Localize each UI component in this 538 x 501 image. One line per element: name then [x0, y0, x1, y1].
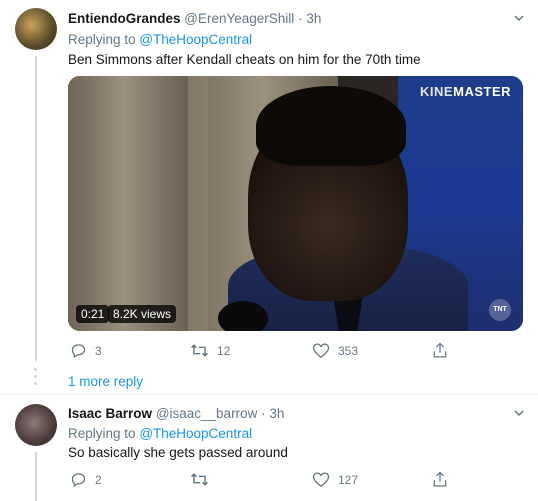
replying-to-label: Replying to [68, 426, 136, 441]
display-name[interactable]: Isaac Barrow [68, 406, 152, 421]
retweet-count: 12 [217, 343, 231, 358]
timestamp[interactable]: 3h [269, 406, 284, 421]
reply-button[interactable]: 2 [70, 471, 102, 488]
tweet[interactable]: EntiendoGrandes @ErenYeagerShill · 3h Re… [0, 0, 538, 366]
user-handle[interactable]: @isaac__barrow [156, 406, 258, 421]
thread-line [35, 452, 37, 501]
share-button[interactable] [432, 471, 456, 488]
separator: · [261, 406, 266, 421]
thread-dots [34, 368, 37, 389]
replying-to-label: Replying to [68, 32, 136, 47]
avatar[interactable] [15, 8, 57, 50]
like-button[interactable]: 353 [312, 342, 358, 359]
watermark-prefix: KINE [420, 84, 454, 99]
show-more-replies-link[interactable]: 1 more reply [68, 374, 143, 389]
heart-icon [312, 472, 330, 488]
tweet-text: Ben Simmons after Kendall cheats on him … [68, 52, 421, 67]
reply-count: 3 [95, 343, 102, 358]
chevron-down-icon[interactable] [514, 13, 524, 23]
retweet-icon [191, 344, 208, 357]
retweet-icon [191, 473, 208, 486]
watermark-suffix: MASTER [453, 84, 511, 99]
reply-button[interactable]: 3 [70, 342, 102, 359]
thread-line [35, 56, 37, 361]
video-duration-badge: 0:21 [76, 305, 110, 323]
microphone [218, 301, 268, 331]
heart-icon [312, 343, 330, 359]
chevron-down-icon[interactable] [514, 408, 524, 418]
tweet-header: Isaac Barrow @isaac__barrow · 3h [68, 405, 284, 423]
timestamp[interactable]: 3h [306, 11, 321, 26]
reply-icon [71, 344, 86, 359]
share-icon [433, 471, 447, 487]
share-button[interactable] [432, 342, 456, 359]
retweet-button[interactable] [190, 471, 217, 488]
replying-to: Replying to @TheHoopCentral [68, 425, 252, 443]
video-player[interactable]: KINEMASTER 0:21 8.2K views TNT [68, 76, 523, 331]
reply-icon [71, 473, 86, 488]
watermark: KINEMASTER [420, 84, 511, 99]
replying-to: Replying to @TheHoopCentral [68, 31, 252, 49]
reply-count: 2 [95, 472, 102, 487]
video-figure [256, 86, 406, 166]
like-button[interactable]: 127 [312, 471, 358, 488]
like-count: 127 [338, 472, 359, 487]
tweet-header: EntiendoGrandes @ErenYeagerShill · 3h [68, 10, 321, 28]
video-views-badge: 8.2K views [108, 305, 177, 323]
display-name[interactable]: EntiendoGrandes [68, 11, 181, 26]
mention-link[interactable]: @TheHoopCentral [139, 426, 252, 441]
mention-link[interactable]: @TheHoopCentral [139, 32, 252, 47]
avatar[interactable] [15, 404, 57, 446]
tweet-text: So basically she gets passed around [68, 445, 288, 460]
divider [0, 394, 538, 395]
user-handle[interactable]: @ErenYeagerShill [184, 11, 294, 26]
retweet-button[interactable]: 12 [190, 342, 230, 359]
share-icon [433, 342, 447, 358]
tnt-logo: TNT [489, 299, 511, 321]
like-count: 353 [338, 343, 359, 358]
separator: · [298, 11, 303, 26]
video-background [68, 76, 208, 331]
